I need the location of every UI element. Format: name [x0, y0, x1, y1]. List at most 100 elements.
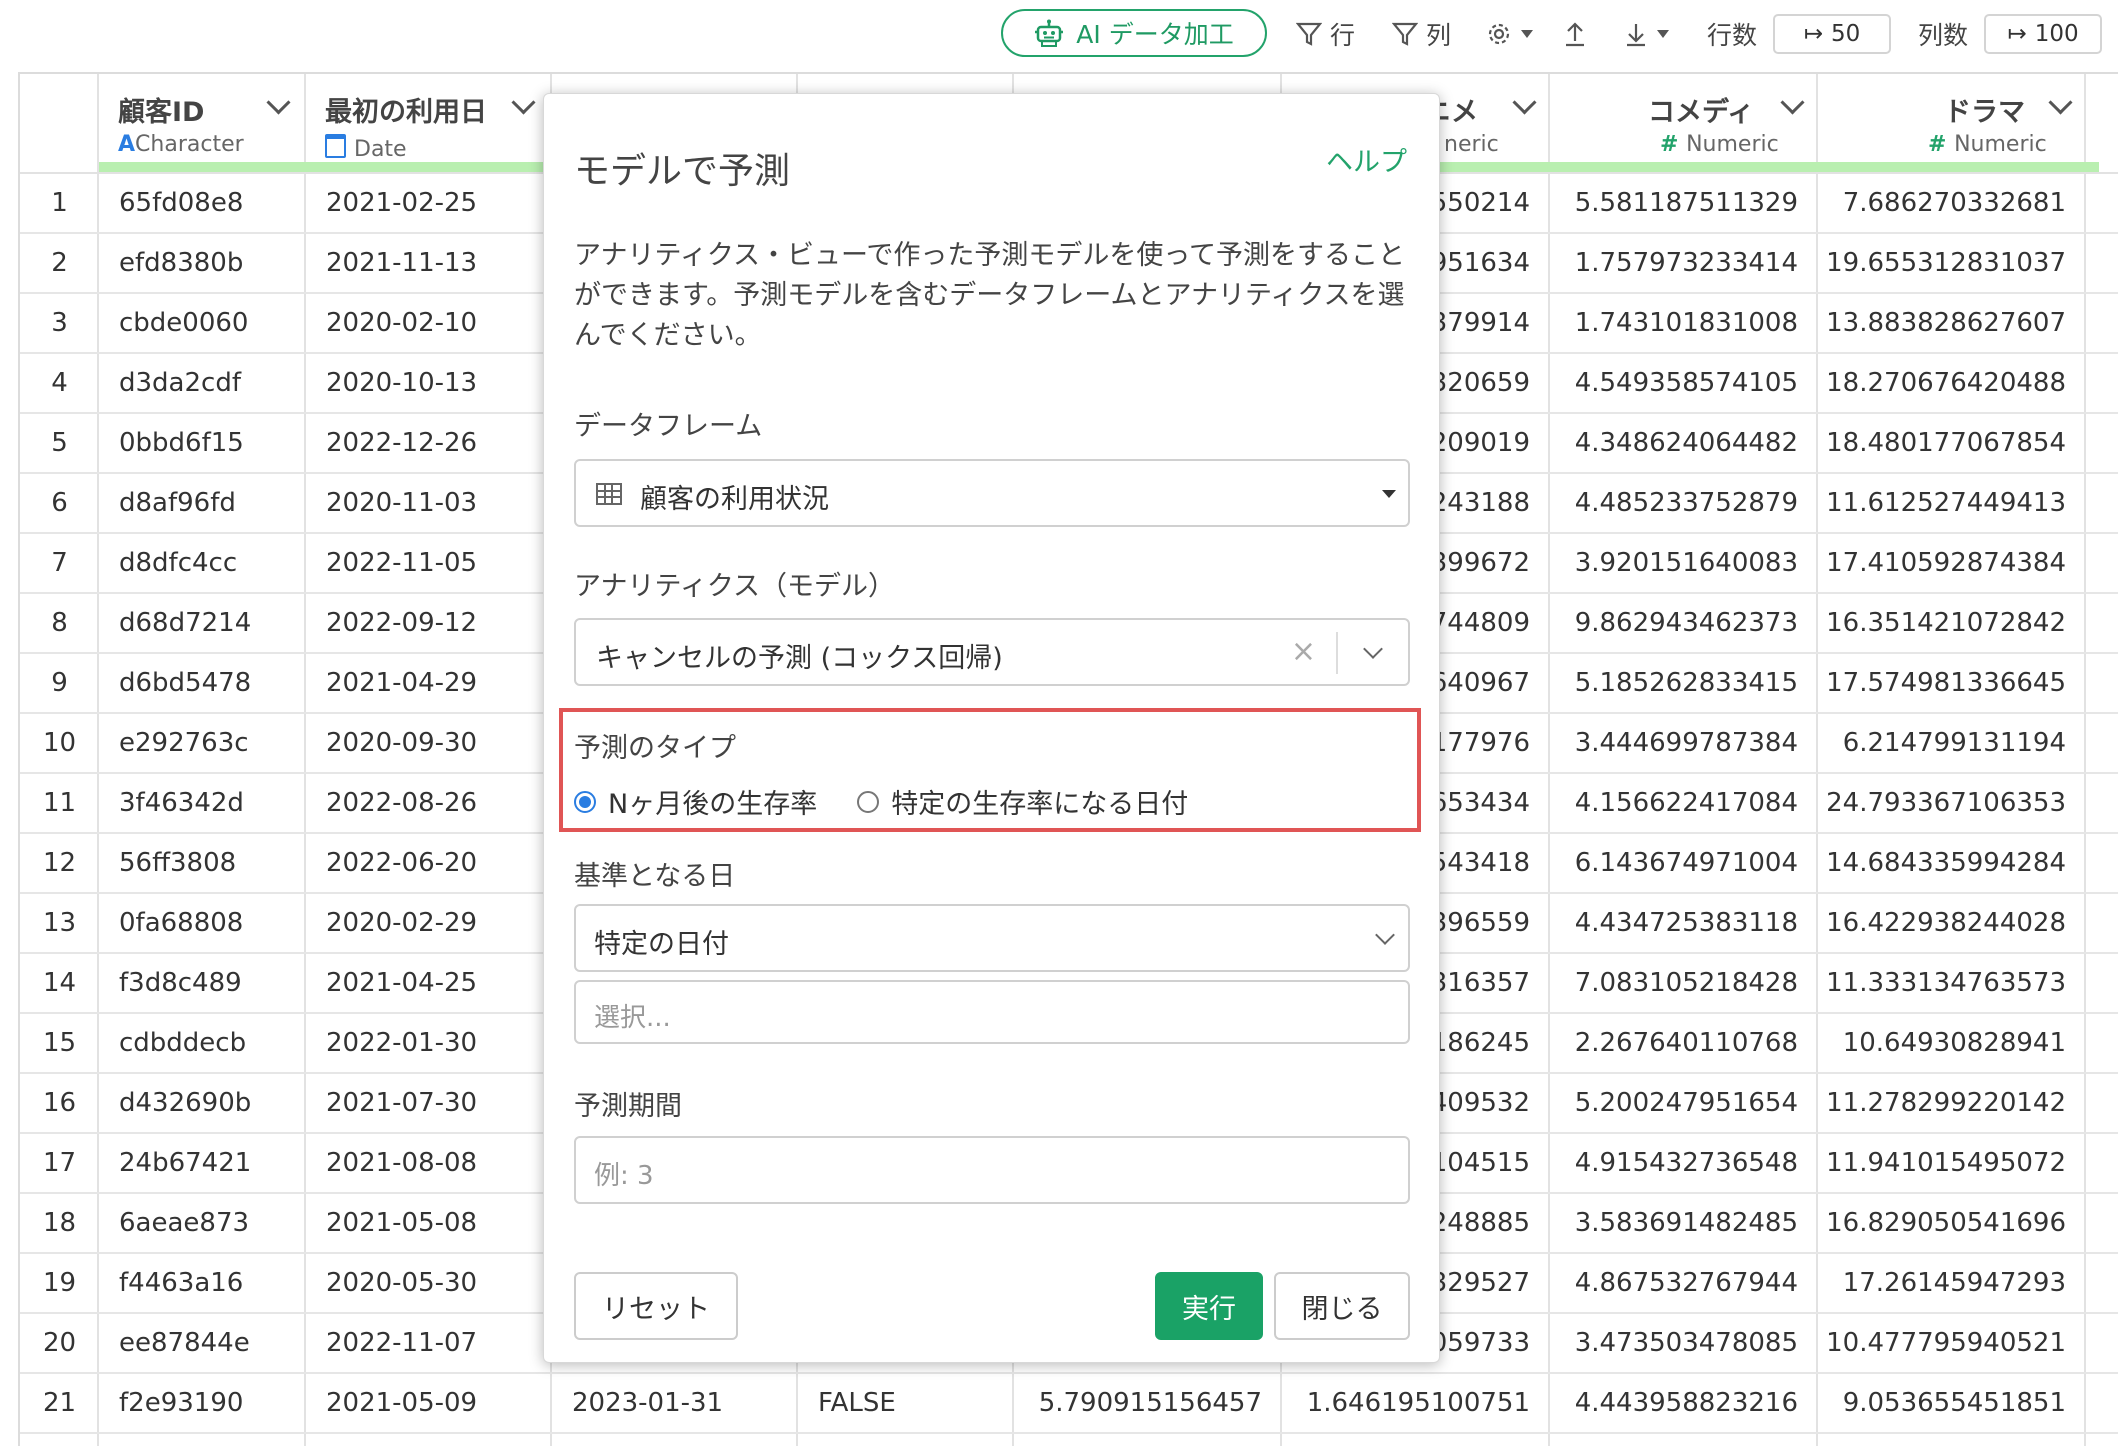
- table-cell[interactable]: 3.920151640083: [1550, 548, 1798, 578]
- table-cell[interactable]: 9.862943462373: [1550, 608, 1798, 638]
- table-cell[interactable]: 4.348624064482: [1550, 428, 1798, 458]
- settings-menu-button[interactable]: [1486, 16, 1534, 52]
- table-cell[interactable]: 2020-02-29: [326, 908, 546, 938]
- dataframe-select[interactable]: 顧客の利用状況: [574, 459, 1410, 527]
- row-number[interactable]: 15: [20, 1028, 99, 1058]
- table-cell[interactable]: 2022-06-20: [326, 848, 546, 878]
- table-cell[interactable]: 16.422938244028: [1818, 908, 2066, 938]
- table-cell[interactable]: efd8380b: [119, 248, 299, 278]
- table-cell[interactable]: 6.143674971004: [1550, 848, 1798, 878]
- row-number[interactable]: 7: [20, 548, 99, 578]
- clear-icon[interactable]: ×: [1291, 634, 1316, 669]
- rows-count-button[interactable]: ↦ 50: [1773, 14, 1891, 54]
- row-number[interactable]: 16: [20, 1088, 99, 1118]
- table-cell[interactable]: 0fa68808: [119, 908, 299, 938]
- table-cell[interactable]: 7.686270332681: [1818, 188, 2066, 218]
- analytics-select[interactable]: キャンセルの予測 (コックス回帰) ×: [574, 618, 1410, 686]
- table-cell[interactable]: 3f46342d: [119, 788, 299, 818]
- row-number[interactable]: 3: [20, 308, 99, 338]
- row-number[interactable]: 9: [20, 668, 99, 698]
- table-cell[interactable]: f3d8c489: [119, 968, 299, 998]
- reset-button[interactable]: リセット: [574, 1272, 738, 1340]
- radio-date-at-survival-rate-label[interactable]: 特定の生存率になる日付: [891, 782, 1188, 821]
- row-number[interactable]: 6: [20, 488, 99, 518]
- table-cell[interactable]: 4.485233752879: [1550, 488, 1798, 518]
- table-cell[interactable]: 6.214799131194: [1818, 728, 2066, 758]
- table-cell[interactable]: 1.646195100751: [1282, 1388, 1530, 1418]
- table-cell[interactable]: 4.443958823216: [1550, 1388, 1798, 1418]
- table-cell[interactable]: 16.829050541696: [1818, 1208, 2066, 1238]
- row-filter-button[interactable]: 行: [1296, 16, 1355, 52]
- row-number[interactable]: 20: [20, 1328, 99, 1358]
- row-number[interactable]: 5: [20, 428, 99, 458]
- row-number[interactable]: 19: [20, 1268, 99, 1298]
- row-number[interactable]: 12: [20, 848, 99, 878]
- table-cell[interactable]: 2022-11-07: [326, 1328, 546, 1358]
- help-link[interactable]: ヘルプ: [1326, 140, 1407, 179]
- table-cell[interactable]: 9.053655451851: [1818, 1388, 2066, 1418]
- table-cell[interactable]: 19.655312831037: [1818, 248, 2066, 278]
- table-cell[interactable]: 17.26145947293: [1818, 1268, 2066, 1298]
- table-cell[interactable]: 0bbd6f15: [119, 428, 299, 458]
- table-cell[interactable]: 24b67421: [119, 1148, 299, 1178]
- row-number[interactable]: 4: [20, 368, 99, 398]
- table-cell[interactable]: 5.200247951654: [1550, 1088, 1798, 1118]
- close-button[interactable]: 閉じる: [1274, 1272, 1410, 1340]
- table-cell[interactable]: 4.156622417084: [1550, 788, 1798, 818]
- table-cell[interactable]: f2e93190: [119, 1388, 299, 1418]
- table-cell[interactable]: 2022-11-05: [326, 548, 546, 578]
- download-menu-button[interactable]: [1624, 16, 1670, 52]
- columns-count-button[interactable]: ↦ 100: [1984, 14, 2102, 54]
- table-cell[interactable]: 2022-12-26: [326, 428, 546, 458]
- table-cell[interactable]: 5.185262833415: [1550, 668, 1798, 698]
- table-cell[interactable]: 4.867532767944: [1550, 1268, 1798, 1298]
- run-button[interactable]: 実行: [1155, 1272, 1263, 1340]
- table-cell[interactable]: 2020-11-03: [326, 488, 546, 518]
- table-cell[interactable]: 56ff3808: [119, 848, 299, 878]
- table-cell[interactable]: 4.434725383118: [1550, 908, 1798, 938]
- table-cell[interactable]: cdbddecb: [119, 1028, 299, 1058]
- table-cell[interactable]: 2021-04-25: [326, 968, 546, 998]
- base-date-input[interactable]: 選択...: [574, 980, 1410, 1044]
- table-cell[interactable]: 2021-02-25: [326, 188, 546, 218]
- table-cell[interactable]: 2021-07-30: [326, 1088, 546, 1118]
- table-cell[interactable]: 2.267640110768: [1550, 1028, 1798, 1058]
- table-cell[interactable]: d6bd5478: [119, 668, 299, 698]
- table-cell[interactable]: 2020-09-30: [326, 728, 546, 758]
- table-cell[interactable]: 2022-01-30: [326, 1028, 546, 1058]
- table-cell[interactable]: 2020-05-30: [326, 1268, 546, 1298]
- column-filter-button[interactable]: 列: [1392, 16, 1451, 52]
- row-number[interactable]: 14: [20, 968, 99, 998]
- table-cell[interactable]: 11.333134763573: [1818, 968, 2066, 998]
- ai-data-processing-button[interactable]: AI データ加工: [1001, 9, 1267, 57]
- table-cell[interactable]: 2021-04-29: [326, 668, 546, 698]
- radio-date-at-survival-rate[interactable]: [857, 790, 880, 813]
- table-cell[interactable]: 3.473503478085: [1550, 1328, 1798, 1358]
- table-cell[interactable]: 65fd08e8: [119, 188, 299, 218]
- table-cell[interactable]: 2021-08-08: [326, 1148, 546, 1178]
- table-cell[interactable]: 2022-08-26: [326, 788, 546, 818]
- table-cell[interactable]: 24.793367106353: [1818, 788, 2066, 818]
- table-cell[interactable]: 2020-10-13: [326, 368, 546, 398]
- row-number[interactable]: 13: [20, 908, 99, 938]
- table-cell[interactable]: 4.549358574105: [1550, 368, 1798, 398]
- chevron-down-icon[interactable]: [1363, 639, 1383, 659]
- table-cell[interactable]: f4463a16: [119, 1268, 299, 1298]
- table-cell[interactable]: 2021-11-13: [326, 248, 546, 278]
- table-cell[interactable]: 2021-05-09: [326, 1388, 546, 1418]
- row-number[interactable]: 2: [20, 248, 99, 278]
- upload-button[interactable]: [1563, 16, 1587, 52]
- table-cell[interactable]: 1.743101831008: [1550, 308, 1798, 338]
- table-cell[interactable]: 4.915432736548: [1550, 1148, 1798, 1178]
- table-cell[interactable]: 6aeae873: [119, 1208, 299, 1238]
- table-cell[interactable]: 10.64930828941: [1818, 1028, 2066, 1058]
- table-cell[interactable]: 13.883828627607: [1818, 308, 2066, 338]
- prediction-period-input[interactable]: 例: 3: [574, 1136, 1410, 1204]
- table-cell[interactable]: 14.684335994284: [1818, 848, 2066, 878]
- table-cell[interactable]: 2020-02-10: [326, 308, 546, 338]
- table-cell[interactable]: 2022-09-12: [326, 608, 546, 638]
- table-cell[interactable]: 3.444699787384: [1550, 728, 1798, 758]
- row-number[interactable]: 18: [20, 1208, 99, 1238]
- table-cell[interactable]: 10.477795940521: [1818, 1328, 2066, 1358]
- table-cell[interactable]: 1.757973233414: [1550, 248, 1798, 278]
